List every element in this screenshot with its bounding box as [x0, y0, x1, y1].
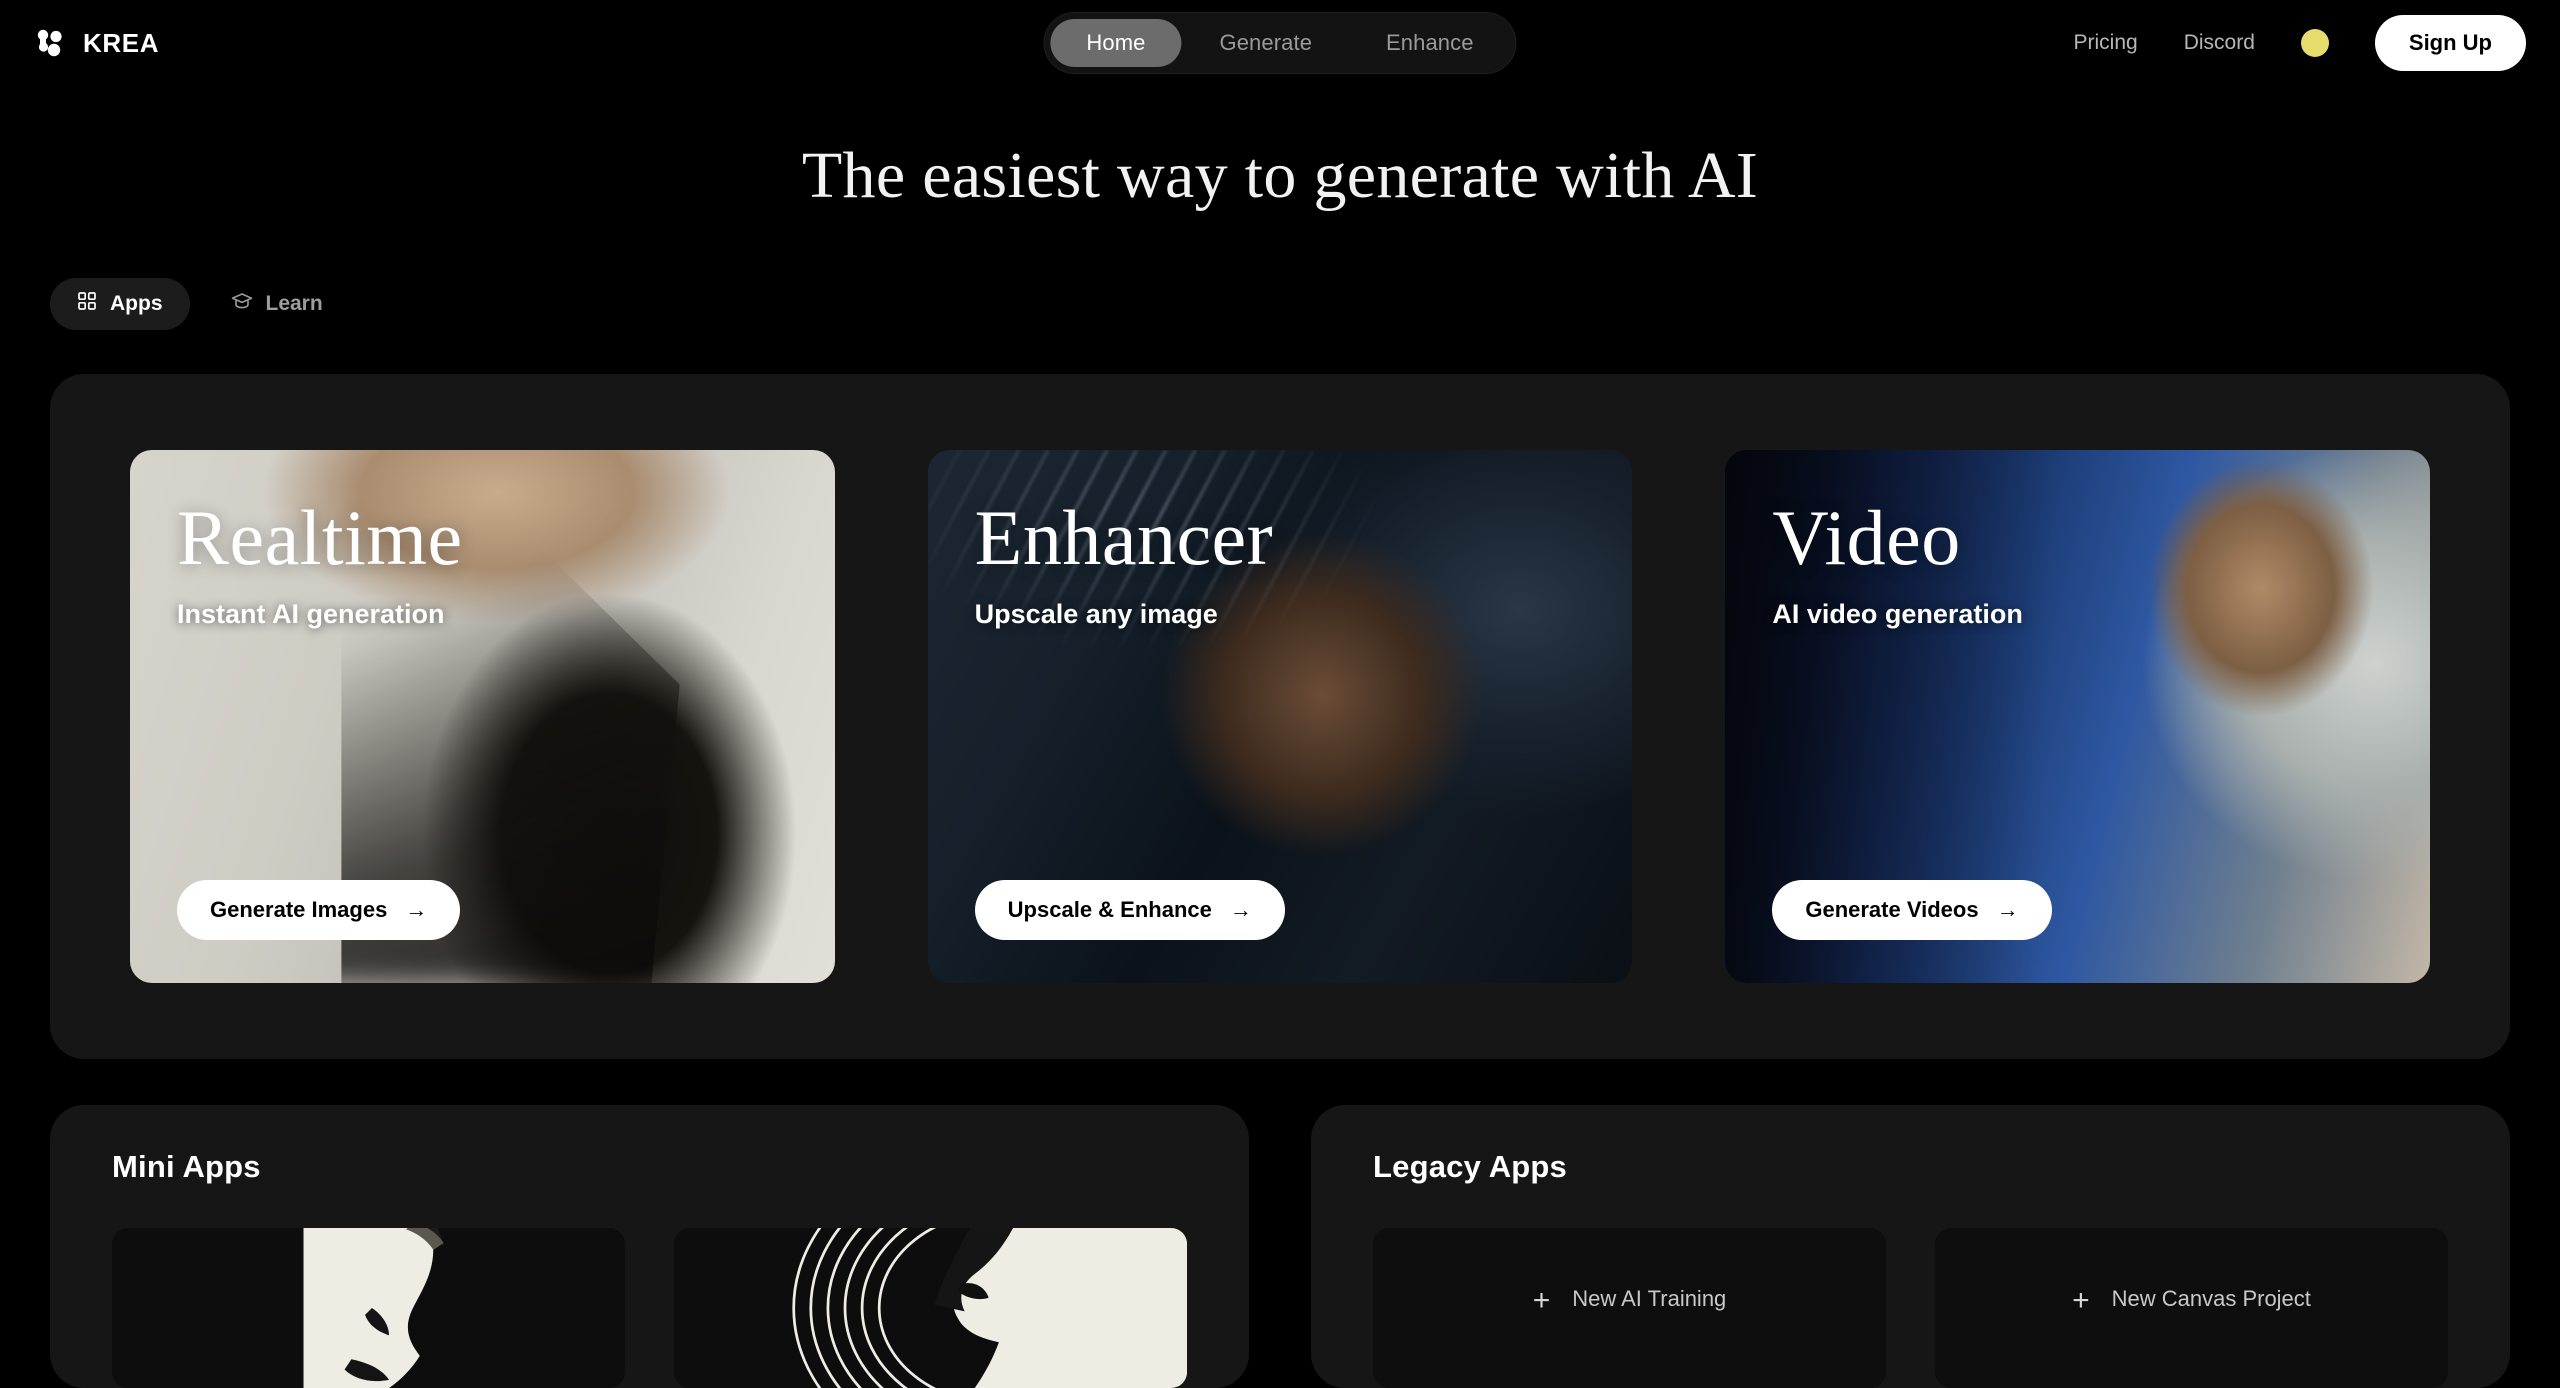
tab-apps-label: Apps [110, 292, 163, 315]
app-card-realtime[interactable]: Realtime Instant AI generation Generate … [130, 450, 835, 983]
mini-apps-tiles [112, 1228, 1187, 1388]
header-actions: Pricing Discord Sign Up [2074, 15, 2526, 71]
generate-videos-button[interactable]: Generate Videos → [1772, 880, 2052, 940]
brand[interactable]: KREA [34, 27, 159, 59]
card-text-enhancer: Enhancer Upscale any image [928, 450, 1633, 678]
portrait-illustration-icon [112, 1228, 625, 1388]
card-subtitle-video: AI video generation [1772, 598, 2023, 629]
nav-tab-generate[interactable]: Generate [1184, 19, 1349, 67]
legacy-apps-panel: Legacy Apps + New AI Training + New Canv… [1311, 1105, 2510, 1388]
arrow-right-icon: → [1229, 897, 1252, 922]
graduation-cap-icon [231, 291, 253, 317]
generate-images-button[interactable]: Generate Images → [177, 880, 461, 940]
content-tabs: Apps Learn [50, 278, 2560, 330]
card-text-realtime: Realtime Instant AI generation [130, 450, 835, 678]
plus-icon: + [1532, 1284, 1551, 1317]
grid-icon [77, 291, 97, 317]
card-title-video: Video [1772, 494, 1961, 581]
arrow-right-icon: → [405, 897, 428, 922]
upscale-enhance-label: Upscale & Enhance [1007, 897, 1212, 922]
generate-videos-label: Generate Videos [1805, 897, 1979, 922]
upscale-enhance-button[interactable]: Upscale & Enhance → [974, 880, 1285, 940]
app-card-video[interactable]: Video AI video generation Generate Video… [1725, 450, 2431, 983]
card-title-realtime: Realtime [177, 494, 463, 581]
mini-app-tile-portrait-two[interactable] [674, 1228, 1187, 1388]
discord-link[interactable]: Discord [2184, 31, 2255, 55]
nav-tab-enhance[interactable]: Enhance [1350, 19, 1510, 67]
featured-apps-panel: Realtime Instant AI generation Generate … [50, 374, 2510, 1059]
mini-app-tile-portrait-one[interactable] [112, 1228, 625, 1388]
secondary-panels: Mini Apps Legacy Apps + New AI Training … [50, 1105, 2510, 1388]
arrow-right-icon: → [1996, 897, 2019, 922]
avatar[interactable] [2300, 29, 2329, 57]
legacy-apps-title: Legacy Apps [1373, 1149, 1567, 1184]
app-header: KREA Home Generate Enhance Pricing Disco… [0, 0, 2560, 86]
page-title: The easiest way to generate with AI [801, 139, 1759, 212]
portrait-halftone-icon [674, 1228, 1187, 1388]
tab-apps[interactable]: Apps [50, 278, 190, 330]
new-ai-training-label: New AI Training [1572, 1286, 1727, 1311]
nav-tab-home[interactable]: Home [1050, 19, 1182, 67]
card-subtitle-realtime: Instant AI generation [177, 598, 445, 629]
krea-logo-icon [34, 27, 66, 59]
new-canvas-project-button[interactable]: + New Canvas Project [1935, 1228, 2448, 1388]
new-canvas-project-label: New Canvas Project [2111, 1286, 2311, 1311]
tab-learn[interactable]: Learn [204, 278, 350, 330]
tab-learn-label: Learn [265, 292, 323, 315]
sign-up-button[interactable]: Sign Up [2374, 15, 2526, 71]
app-card-enhancer[interactable]: Enhancer Upscale any image Upscale & Enh… [927, 450, 1633, 983]
legacy-apps-tiles: + New AI Training + New Canvas Project [1373, 1228, 2448, 1388]
mini-apps-title: Mini Apps [112, 1149, 261, 1184]
generate-images-label: Generate Images [210, 897, 388, 922]
main-nav: Home Generate Enhance [1043, 12, 1517, 74]
card-subtitle-enhancer: Upscale any image [974, 598, 1218, 629]
pricing-link[interactable]: Pricing [2074, 31, 2138, 55]
brand-name: KREA [83, 27, 160, 58]
card-text-video: Video AI video generation [1725, 450, 2430, 678]
plus-icon: + [2072, 1284, 2090, 1317]
card-title-enhancer: Enhancer [974, 494, 1274, 581]
mini-apps-panel: Mini Apps [50, 1105, 1249, 1388]
new-ai-training-button[interactable]: + New AI Training [1373, 1228, 1886, 1388]
